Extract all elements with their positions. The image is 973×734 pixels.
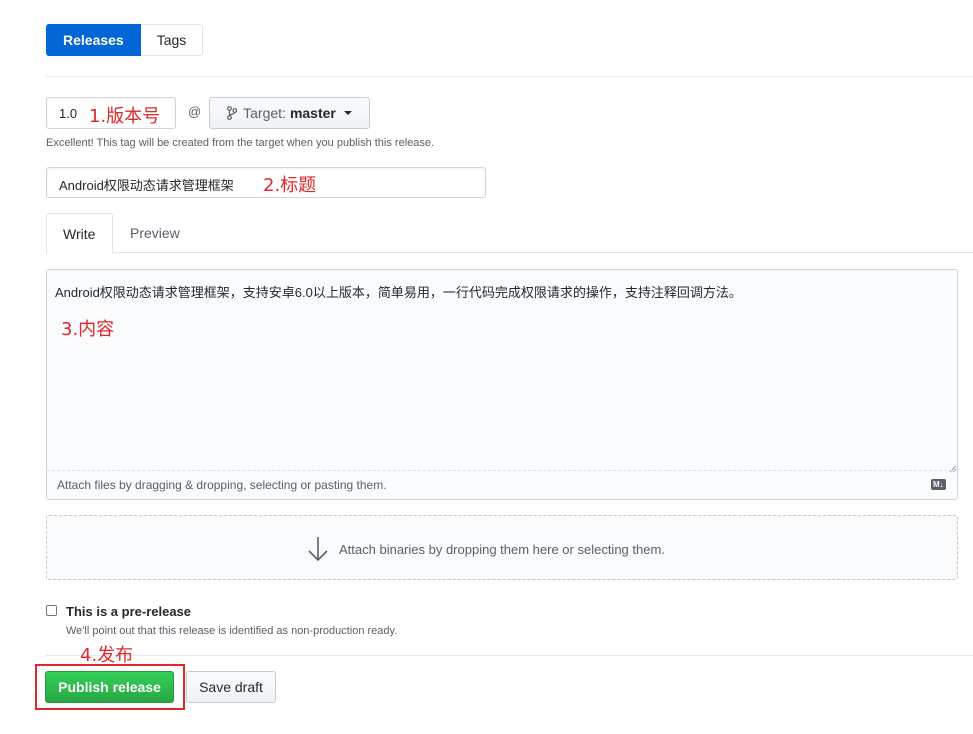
arrow-down-icon — [307, 536, 329, 562]
tag-annotation: 1.版本号 — [89, 106, 161, 127]
save-draft-button[interactable]: Save draft — [186, 671, 276, 703]
divider — [46, 655, 973, 656]
tab-releases[interactable]: Releases — [46, 24, 141, 56]
binaries-dropzone[interactable]: Attach binaries by dropping them here or… — [46, 515, 958, 580]
prerelease-label[interactable]: This is a pre-release — [66, 604, 191, 619]
target-branch-name: master — [289, 105, 336, 121]
tab-preview[interactable]: Preview — [114, 213, 196, 254]
prerelease-checkbox[interactable] — [46, 605, 57, 616]
attach-divider — [47, 470, 957, 471]
description-content: Android权限动态请求管理框架，支持安卓6.0以上版本，简单易用，一行代码完… — [55, 285, 742, 300]
editor-tabs: Write Preview — [46, 213, 973, 254]
content-annotation: 3.内容 — [61, 319, 115, 340]
tag-version-value: 1.0 — [59, 106, 78, 121]
dropzone-content: Attach binaries by dropping them here or… — [307, 536, 665, 562]
title-annotation: 2.标题 — [263, 175, 317, 196]
prerelease-note: We'll point out that this release is ide… — [66, 625, 398, 637]
release-tabs: Releases Tags — [46, 24, 204, 56]
tag-version-input[interactable]: 1.0 1.版本号 — [46, 97, 176, 129]
target-branch-button[interactable]: Target: master — [209, 97, 370, 129]
divider — [46, 76, 973, 77]
tag-note: Excellent! This tag will be created from… — [46, 137, 435, 149]
dropzone-text: Attach binaries by dropping them here or… — [339, 541, 665, 557]
release-title-value: Android权限动态请求管理框架 — [59, 178, 234, 193]
branch-icon — [227, 106, 238, 120]
resize-handle-icon[interactable] — [949, 460, 957, 478]
markdown-icon: M↓ — [931, 479, 946, 490]
at-symbol: @ — [188, 104, 202, 119]
release-title-input[interactable]: Android权限动态请求管理框架 2.标题 — [46, 167, 486, 198]
tab-tags[interactable]: Tags — [140, 24, 204, 56]
publish-release-button[interactable]: Publish release — [45, 671, 174, 703]
attach-files-hint[interactable]: Attach files by dragging & dropping, sel… — [57, 478, 387, 492]
caret-down-icon — [343, 111, 352, 115]
target-label: Target: — [243, 105, 286, 121]
release-description-textarea[interactable]: Android权限动态请求管理框架，支持安卓6.0以上版本，简单易用，一行代码完… — [46, 269, 958, 500]
tab-write[interactable]: Write — [46, 213, 113, 254]
